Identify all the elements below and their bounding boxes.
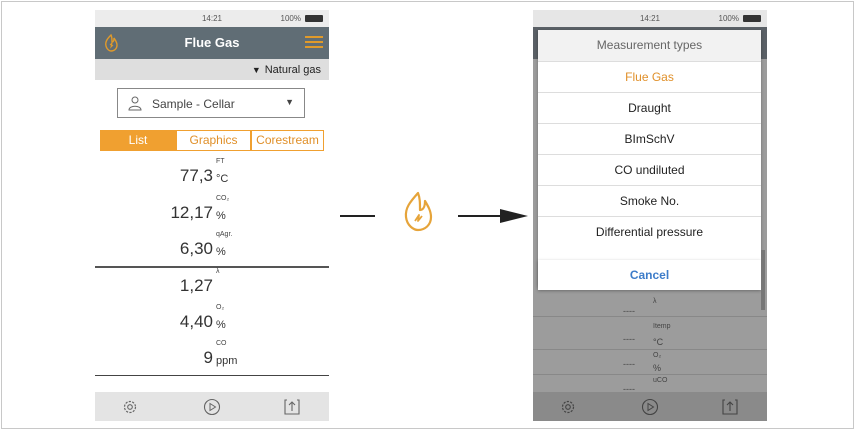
triangle-down-icon: ▼ <box>251 65 261 75</box>
dimmed-reading-label: Itemp <box>653 323 671 330</box>
reading-value: 9 <box>203 348 213 367</box>
option-draught[interactable]: Draught <box>538 92 761 123</box>
option-co-undiluted[interactable]: CO undiluted <box>538 154 761 185</box>
reading-value: 6,30 <box>179 239 213 258</box>
dimmed-reading-label: λ <box>653 298 657 305</box>
battery-icon <box>743 15 761 22</box>
dimmed-reading-value: ---- <box>623 334 635 344</box>
option-differential-pressure[interactable]: Differential pressure <box>538 216 761 247</box>
dialog-title: Measurement types <box>538 30 761 61</box>
reading-unit: °C <box>216 173 229 185</box>
reading-row: 77,3 FT °C <box>95 156 329 190</box>
measurement-types-dialog: Measurement types Flue Gas Draught BImSc… <box>538 30 761 286</box>
dimmed-row-divider <box>533 349 767 350</box>
dimmed-reading-unit: °C <box>653 337 664 347</box>
tab-list[interactable]: List <box>100 130 176 151</box>
arrow-head <box>500 209 528 223</box>
reading-unit: ppm <box>216 355 238 367</box>
bottom-nav <box>95 392 329 421</box>
fuel-label: Natural gas <box>264 64 321 76</box>
view-tabs: List Graphics Corestream <box>100 130 324 151</box>
option-flue-gas[interactable]: Flue Gas <box>538 61 761 92</box>
export-icon[interactable] <box>283 398 301 416</box>
divider <box>95 375 329 376</box>
option-bimschv[interactable]: BImSchV <box>538 123 761 154</box>
reading-row: 12,17 CO₂ % <box>95 193 329 227</box>
cancel-button[interactable]: Cancel <box>538 260 761 290</box>
reading-unit: % <box>216 246 226 258</box>
reading-value: 1,27 <box>179 276 213 295</box>
dimmed-reading-value: ---- <box>623 359 635 369</box>
flame-icon <box>404 191 433 232</box>
dimmed-reading-label: O₂ <box>653 352 662 359</box>
reading-value: 4,40 <box>179 312 213 331</box>
reading-value: 12,17 <box>170 203 213 222</box>
title-bar: Flue Gas <box>95 27 329 59</box>
settings-icon <box>561 400 575 414</box>
reading-label: CO <box>216 340 227 347</box>
reading-unit: % <box>216 210 226 222</box>
fuel-selector[interactable]: ▼ Natural gas <box>95 59 329 80</box>
person-icon <box>128 96 142 111</box>
settings-icon[interactable] <box>121 398 139 416</box>
phone-flue-gas-screen: 14:21 100% Flue Gas ▼ Natural gas Sample … <box>95 10 329 421</box>
play-icon[interactable] <box>203 398 221 416</box>
status-battery: 100% <box>718 14 739 23</box>
reading-row: 9 CO ppm <box>95 338 329 372</box>
arrow-line-left <box>340 215 375 217</box>
tab-corestream[interactable]: Corestream <box>251 130 324 151</box>
reading-label: O₂ <box>216 304 225 311</box>
reading-label: CO₂ <box>216 195 230 202</box>
chevron-down-icon: ▼ <box>285 97 294 107</box>
reading-value: 77,3 <box>179 166 213 185</box>
arrow-line-right <box>458 215 502 217</box>
sample-dropdown[interactable]: Sample - Cellar ▼ <box>117 88 305 118</box>
menu-icon[interactable] <box>305 36 323 50</box>
battery-icon <box>305 15 323 22</box>
dimmed-bottom-nav <box>533 392 767 421</box>
reading-label: λ <box>216 268 220 275</box>
dimmed-row-divider <box>533 374 767 375</box>
option-smoke-no[interactable]: Smoke No. <box>538 185 761 216</box>
tab-graphics[interactable]: Graphics <box>176 130 251 151</box>
phone-measurement-types-screen: λ ---- Itemp ---- °C O₂ ---- % uCO ---- … <box>533 10 767 421</box>
reading-label: FT <box>216 158 225 165</box>
dimmed-reading-value: ---- <box>623 306 635 316</box>
dimmed-reading-unit: % <box>653 363 662 373</box>
export-icon <box>722 399 738 415</box>
dimmed-row-divider <box>533 316 767 317</box>
reading-row: 1,27 λ <box>95 266 329 300</box>
sample-label: Sample - Cellar <box>152 97 235 111</box>
status-bar: 14:21 100% <box>95 10 329 27</box>
reading-row: 6,30 qAgr. % <box>95 229 329 263</box>
dimmed-reading-label: uCO <box>653 377 668 384</box>
reading-unit: % <box>216 319 226 331</box>
status-bar: 14:21 100% <box>533 10 767 27</box>
play-icon <box>641 398 659 416</box>
status-battery: 100% <box>280 14 301 23</box>
scrollbar[interactable] <box>761 250 765 310</box>
reading-label: qAgr. <box>216 231 233 238</box>
reading-row: 4,40 O₂ % <box>95 302 329 336</box>
page-title: Flue Gas <box>184 35 240 50</box>
